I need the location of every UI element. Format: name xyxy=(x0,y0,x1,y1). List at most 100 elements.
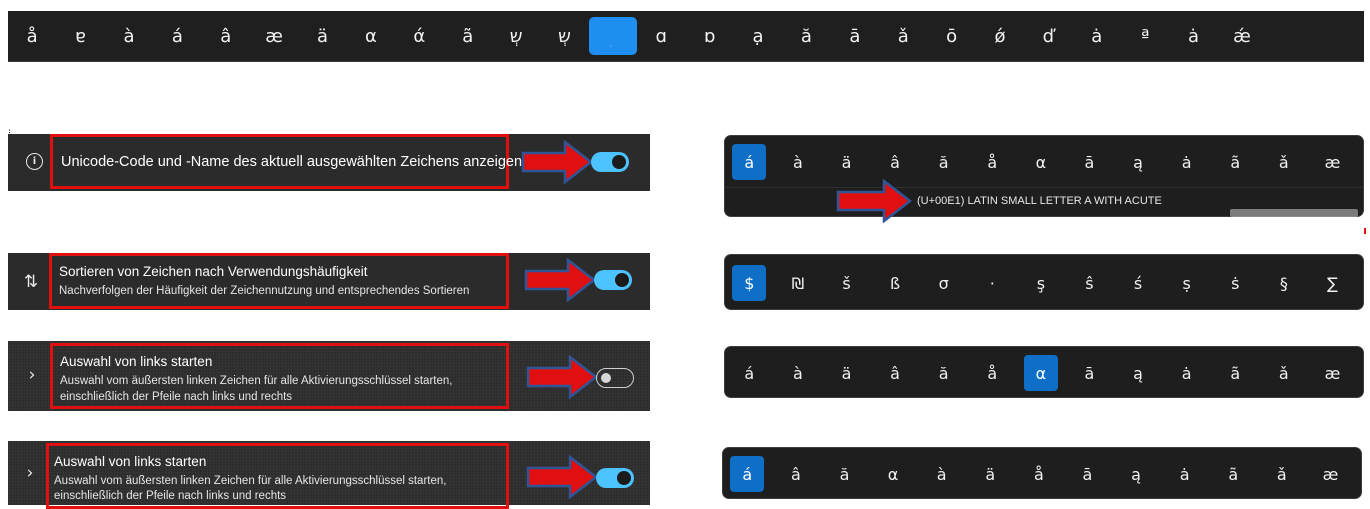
character-tile[interactable]: ạ xyxy=(734,17,782,55)
character-option[interactable]: ã xyxy=(1209,456,1258,492)
character-option[interactable]: â xyxy=(871,355,920,391)
character-option[interactable]: ŝ xyxy=(1065,265,1114,301)
setting-description: einschließlich der Pfeile nach links und… xyxy=(60,391,293,403)
character-tile[interactable]: ȧ xyxy=(1169,17,1217,55)
character-option[interactable]: à xyxy=(917,456,966,492)
character-option[interactable]: æ xyxy=(1306,456,1355,492)
character-option[interactable]: ă xyxy=(919,355,968,391)
character-option[interactable]: ą xyxy=(1114,355,1163,391)
toggle-sort-frequency[interactable] xyxy=(594,270,632,290)
character-option[interactable]: ₪ xyxy=(774,265,823,301)
character-tile[interactable]: ɒ xyxy=(685,17,733,55)
selected-character[interactable]: $ xyxy=(732,265,767,301)
character-option[interactable]: á xyxy=(725,355,774,391)
red-arrow-icon xyxy=(521,140,593,184)
character-tile[interactable]: á xyxy=(153,17,201,55)
character-tile[interactable]: ã xyxy=(444,17,492,55)
character-option[interactable]: ȧ xyxy=(1162,144,1211,180)
toggle-start-left[interactable] xyxy=(596,368,634,388)
character-row: áàäâăåαāąȧãǎæ xyxy=(725,355,1357,391)
character-tile[interactable]: ä xyxy=(298,17,346,55)
character-tile[interactable]: שְ xyxy=(540,17,588,55)
character-tile[interactable]: α xyxy=(347,17,395,55)
setting-row-show-unicode: i Unicode-Code und -Name des aktuell aus… xyxy=(8,134,650,191)
character-option[interactable]: ą xyxy=(1112,456,1161,492)
red-arrow-icon xyxy=(526,355,598,399)
character-option[interactable]: á xyxy=(723,456,772,492)
selected-character[interactable]: á xyxy=(732,144,767,180)
unicode-name-label: (U+00E1) LATIN SMALL LETTER A WITH ACUTE xyxy=(917,195,1162,207)
character-option[interactable]: ȧ xyxy=(1162,355,1211,391)
character-option[interactable]: å xyxy=(1015,456,1064,492)
character-option[interactable]: ă xyxy=(820,456,869,492)
character-tile[interactable]: ō xyxy=(927,17,975,55)
character-option[interactable]: ṣ xyxy=(1162,265,1211,301)
character-option[interactable]: ä xyxy=(822,144,871,180)
character-option[interactable]: ă xyxy=(919,144,968,180)
character-option[interactable]: ą xyxy=(1114,144,1163,180)
toggle-start-left[interactable] xyxy=(596,468,634,488)
selected-character[interactable]: á xyxy=(730,456,765,492)
character-option[interactable]: ß xyxy=(871,265,920,301)
info-icon: i xyxy=(26,153,43,170)
character-option[interactable]: æ xyxy=(1308,144,1357,180)
red-arrow-icon xyxy=(526,455,598,499)
character-tile[interactable]: ǿ xyxy=(976,17,1024,55)
character-option[interactable]: σ xyxy=(919,265,968,301)
character-option[interactable]: ṡ xyxy=(1211,265,1260,301)
character-tile[interactable]: ď xyxy=(1024,17,1072,55)
character-option[interactable]: α xyxy=(1017,355,1066,391)
chevron-right-icon: › xyxy=(26,463,34,483)
selected-character[interactable]: α xyxy=(1023,355,1058,391)
character-option[interactable]: · xyxy=(968,265,1017,301)
character-option[interactable]: α xyxy=(869,456,918,492)
character-option[interactable]: $ xyxy=(725,265,774,301)
character-option[interactable]: ã xyxy=(1211,355,1260,391)
character-option[interactable]: ǎ xyxy=(1260,144,1309,180)
character-option[interactable]: š xyxy=(822,265,871,301)
character-tile[interactable]: æ xyxy=(250,17,298,55)
character-tile[interactable]: ά xyxy=(395,17,443,55)
character-tile[interactable]: ā xyxy=(831,17,879,55)
character-tile[interactable]: ɑ xyxy=(637,17,685,55)
character-option[interactable]: â xyxy=(871,144,920,180)
character-option[interactable]: à xyxy=(774,355,823,391)
character-tile[interactable]: ̣ xyxy=(588,17,638,55)
setting-title: Auswahl von links starten xyxy=(54,454,207,469)
character-option[interactable]: à xyxy=(774,144,823,180)
character-tile[interactable]: ǽ xyxy=(1218,17,1266,55)
popup-selection-left: áâăαàäåāąȧãǎæ xyxy=(722,447,1362,499)
character-tile[interactable]: ă xyxy=(782,17,830,55)
character-option[interactable]: ş xyxy=(1017,265,1066,301)
character-tile[interactable]: שְ xyxy=(492,17,540,55)
character-option[interactable]: ā xyxy=(1065,144,1114,180)
character-option[interactable]: ã xyxy=(1211,144,1260,180)
character-option[interactable]: æ xyxy=(1308,355,1357,391)
character-option[interactable]: ȧ xyxy=(1160,456,1209,492)
character-option[interactable]: ǎ xyxy=(1260,355,1309,391)
character-tile[interactable]: â xyxy=(202,17,250,55)
toggle-show-unicode[interactable] xyxy=(591,152,629,172)
character-option[interactable]: α xyxy=(1017,144,1066,180)
character-option[interactable]: ā xyxy=(1065,355,1114,391)
character-option[interactable]: § xyxy=(1260,265,1309,301)
character-option[interactable]: á xyxy=(725,144,774,180)
character-option[interactable]: ǎ xyxy=(1258,456,1307,492)
character-option[interactable]: å xyxy=(968,144,1017,180)
character-option[interactable]: ś xyxy=(1114,265,1163,301)
sort-arrows-icon: ⇅ xyxy=(23,272,39,292)
setting-description: Auswahl vom äußersten linken Zeichen für… xyxy=(60,375,453,387)
character-option[interactable]: â xyxy=(772,456,821,492)
character-tile[interactable]: ɐ xyxy=(56,17,104,55)
character-option[interactable]: ā xyxy=(1063,456,1112,492)
character-option[interactable]: ∑ xyxy=(1308,265,1357,301)
character-tile[interactable]: à xyxy=(105,17,153,55)
character-option[interactable]: å xyxy=(968,355,1017,391)
character-row: áàäâăåαāąȧãǎæ xyxy=(725,144,1357,180)
character-option[interactable]: ä xyxy=(966,456,1015,492)
character-tile[interactable]: å xyxy=(8,17,56,55)
character-tile[interactable]: ǎ xyxy=(879,17,927,55)
character-tile[interactable]: ª xyxy=(1121,17,1169,55)
character-tile[interactable]: ȧ xyxy=(1073,17,1121,55)
character-option[interactable]: ä xyxy=(822,355,871,391)
